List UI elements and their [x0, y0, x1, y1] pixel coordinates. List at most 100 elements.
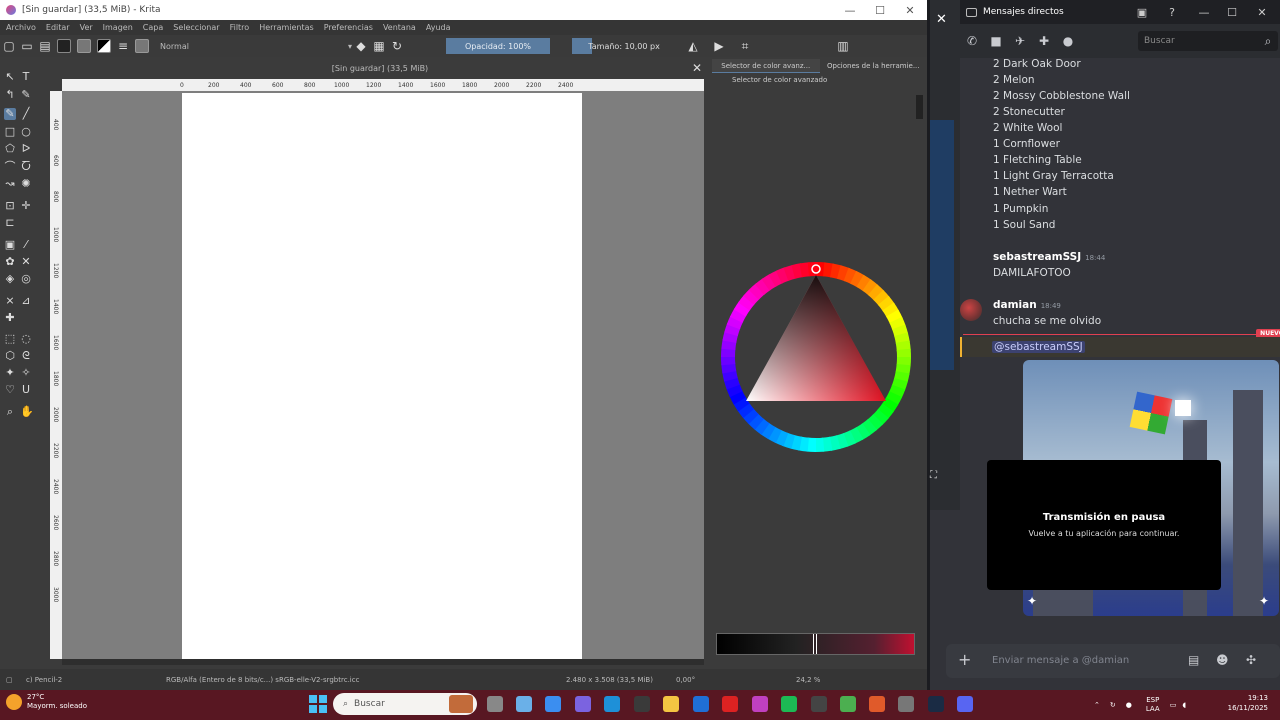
bezier-tool-icon[interactable]: ⌒ [4, 161, 16, 173]
chrome-icon[interactable] [840, 696, 856, 712]
brush-settings-icon[interactable]: ≡ [114, 39, 132, 53]
video-icon[interactable]: ■ [984, 24, 1008, 58]
polygon-tool-icon[interactable]: ⬠ [4, 143, 16, 155]
message-input[interactable]: + Enviar mensaje a @damian ▤ ☻ ✣ [946, 644, 1280, 678]
volume-icon[interactable]: ◖ [1182, 701, 1186, 709]
widgets-icon[interactable] [516, 696, 532, 712]
fullscreen-icon[interactable]: ⛶ [930, 470, 937, 481]
colorize-mask-icon[interactable]: ✿ [4, 256, 16, 268]
blend-mode-select[interactable]: Normal ▾ [156, 38, 352, 54]
shade-selector-bar[interactable] [716, 633, 915, 655]
message-author[interactable]: damian 18:49 [993, 299, 1061, 311]
call-icon[interactable]: ✆ [960, 24, 984, 58]
polygon-select-icon[interactable]: ⬡ [4, 350, 16, 362]
menu-ventana[interactable]: Ventana [383, 23, 416, 32]
multibrush-icon[interactable]: ✺ [20, 178, 32, 190]
sync-icon[interactable]: ↻ [1110, 701, 1116, 709]
save-icon[interactable]: ▤ [36, 39, 54, 53]
wrap-icon[interactable]: ⌗ [736, 39, 754, 54]
teams-icon[interactable] [575, 696, 591, 712]
ellipse-select-icon[interactable]: ◌ [20, 333, 32, 345]
smart-patch-icon[interactable]: ✕ [20, 256, 32, 268]
profile-icon[interactable]: ● [1056, 24, 1080, 58]
edit-shapes-icon[interactable]: ↰ [4, 89, 16, 101]
new-document-icon[interactable]: ▢ [0, 39, 18, 53]
menu-filtro[interactable]: Filtro [230, 23, 250, 32]
crop-tool-icon[interactable]: ⊏ [4, 217, 16, 229]
pan-tool-icon[interactable]: ✋ [20, 406, 34, 418]
message-author[interactable]: sebastreamSSJ 18:44 [993, 251, 1105, 263]
menu-ayuda[interactable]: Ayuda [426, 23, 451, 32]
rect-select-icon[interactable]: ⬚ [4, 333, 16, 345]
tab-tool-options[interactable]: Opciones de la herramie... [820, 59, 928, 73]
transform-tool-icon[interactable]: ⊡ [4, 200, 16, 212]
settings-icon[interactable] [898, 696, 914, 712]
menu-seleccionar[interactable]: Seleccionar [173, 23, 219, 32]
fg-bg-color-icon[interactable] [97, 39, 111, 53]
minimize-icon[interactable]: — [1190, 0, 1218, 24]
pdf-icon[interactable] [722, 696, 738, 712]
mirror-vertical-icon[interactable]: ▶ [710, 39, 728, 53]
open-document-icon[interactable]: ▭ [18, 39, 36, 53]
bezier-select-icon[interactable]: ♡ [4, 384, 16, 396]
line-tool-icon[interactable]: ╱ [20, 108, 32, 120]
close-tab-icon[interactable]: ✕ [692, 60, 702, 77]
steam-icon[interactable] [928, 696, 944, 712]
messenger-icon[interactable] [752, 696, 768, 712]
language-indicator[interactable]: ESP LAA [1146, 696, 1160, 714]
close-panel-icon[interactable]: ✕ [936, 12, 947, 27]
menu-archivo[interactable]: Archivo [6, 23, 36, 32]
avatar[interactable] [960, 299, 982, 321]
assistant-tool-icon[interactable]: ⨯ [4, 295, 16, 307]
edge-copilot-icon[interactable] [545, 696, 561, 712]
docker-scrollbar[interactable] [916, 95, 923, 119]
minimize-icon[interactable]: — [835, 0, 865, 20]
dynamic-brush-icon[interactable]: ↝ [4, 178, 16, 190]
menu-editar[interactable]: Editar [46, 23, 70, 32]
freehand-path-icon[interactable]: Ⴀ [20, 161, 32, 173]
status-zoom[interactable]: 24,2 % [796, 676, 856, 684]
close-icon[interactable]: ✕ [895, 0, 925, 20]
file-explorer-icon[interactable] [663, 696, 679, 712]
menu-ver[interactable]: Ver [80, 23, 93, 32]
fill-tool-icon[interactable]: ◈ [4, 273, 16, 285]
reload-icon[interactable]: ↻ [388, 39, 406, 53]
pattern-icon[interactable] [77, 39, 91, 53]
measure-tool-icon[interactable]: ⊿ [20, 295, 32, 307]
magnetic-select-icon[interactable]: ᑌ [20, 384, 32, 396]
zoom-tool-icon[interactable]: ⌕ [4, 406, 16, 418]
gradient-tool-icon[interactable]: ▣ [4, 239, 16, 251]
search-icon[interactable]: ⌕ [1256, 24, 1280, 58]
chevron-up-icon[interactable]: ⌃ [1094, 701, 1100, 709]
status-brush-icon[interactable]: ▢ [6, 676, 26, 684]
brush-preset-icon[interactable] [135, 39, 149, 53]
edge-icon[interactable] [604, 696, 620, 712]
weather-widget[interactable]: 27°C Mayorm. soleado [6, 693, 87, 711]
gradient-icon[interactable] [57, 39, 71, 53]
krita-taskbar-icon[interactable] [869, 696, 885, 712]
help-icon[interactable]: ? [1158, 0, 1186, 24]
maximize-icon[interactable]: ☐ [865, 0, 895, 20]
color-picker-icon[interactable]: ⁄ [20, 239, 32, 251]
canvas-scrollbar[interactable] [62, 659, 704, 665]
obs-icon[interactable] [811, 696, 827, 712]
gift-icon[interactable]: ▤ [1188, 653, 1199, 667]
polyline-tool-icon[interactable]: ᐅ [20, 143, 32, 155]
workspace-icon[interactable]: ▥ [834, 39, 852, 53]
menu-imagen[interactable]: Imagen [103, 23, 133, 32]
clock[interactable]: 19:13 16/11/2025 [1222, 693, 1268, 713]
menu-preferencias[interactable]: Preferencias [324, 23, 373, 32]
size-slider[interactable]: Tamaño: 10,00 px [572, 38, 676, 54]
mail-icon[interactable] [693, 696, 709, 712]
freehand-select-icon[interactable]: ᘓ [20, 350, 32, 362]
start-button[interactable] [309, 695, 327, 713]
inbox-icon[interactable]: ▣ [1128, 0, 1156, 24]
menu-herramientas[interactable]: Herramientas [259, 23, 314, 32]
pin-icon[interactable]: ✈ [1008, 24, 1032, 58]
mirror-horizontal-icon[interactable]: ◭ [684, 39, 702, 53]
sticker-icon[interactable]: ☻ [1216, 653, 1229, 667]
freehand-brush-icon[interactable]: ✎ [4, 108, 16, 120]
taskbar-search[interactable]: ⌕ Buscar [333, 693, 477, 715]
store-icon[interactable] [634, 696, 650, 712]
select-shapes-icon[interactable]: ↖ [4, 71, 16, 83]
